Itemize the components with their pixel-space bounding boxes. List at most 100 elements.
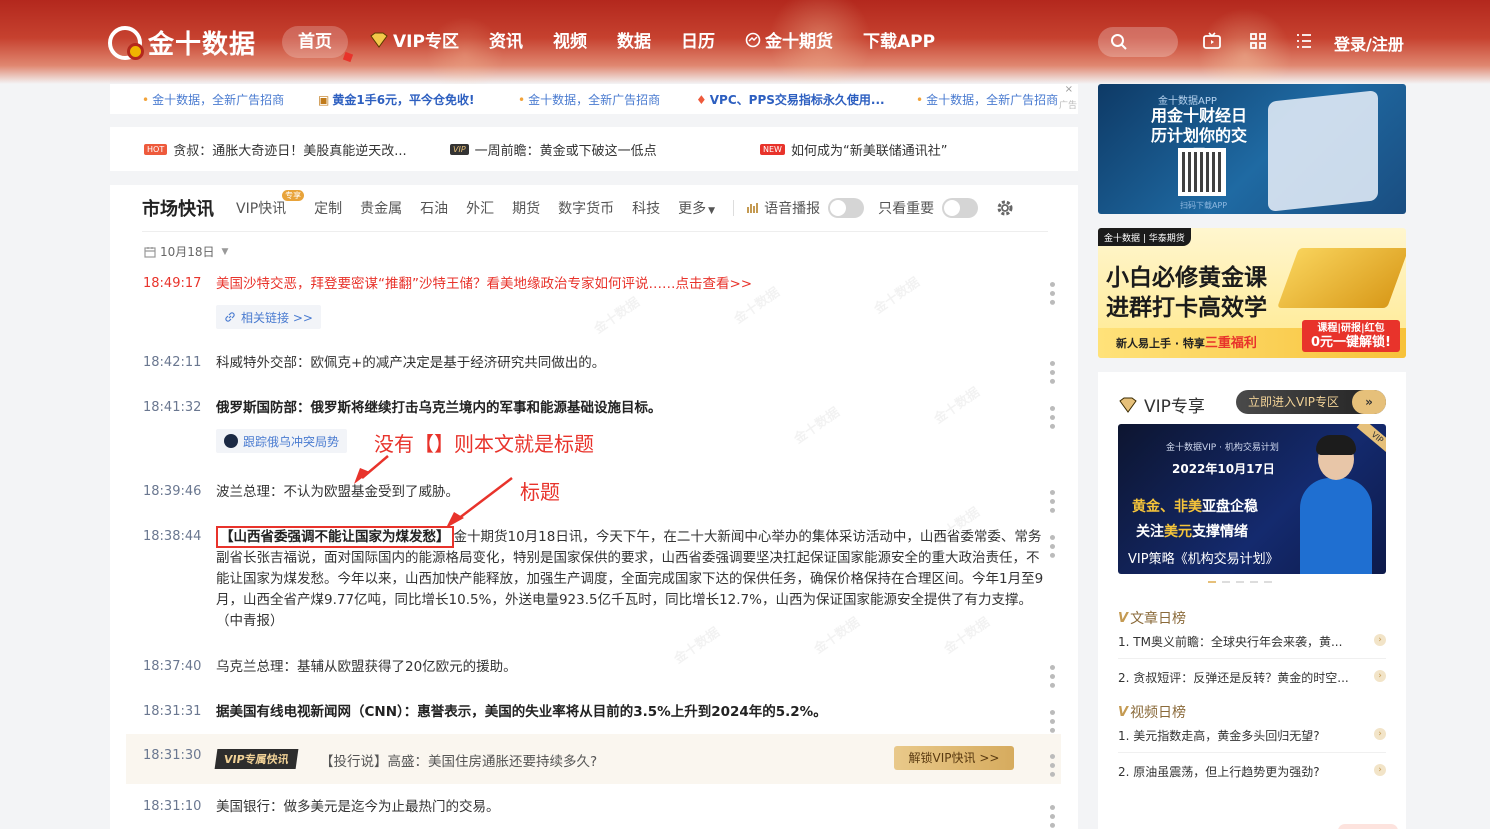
nav-vip[interactable]: VIP专区 xyxy=(354,26,474,58)
flash-text[interactable]: 波兰总理：不认为欧盟基金受到了威胁。 xyxy=(216,482,1046,503)
more-options-icon[interactable]: ••• xyxy=(1043,359,1059,386)
vip-exclusive-badge: VIP专属快讯 xyxy=(214,749,299,769)
flash-time: 18:38:44 xyxy=(143,529,202,544)
ad-item[interactable]: ♦ VPC、PPS交易指标永久使用... xyxy=(696,91,885,108)
rank-item[interactable]: 2. 原油虽震荡，但上行趋势更为强劲? › xyxy=(1118,763,1388,780)
tab-oil[interactable]: 石油 xyxy=(420,198,448,218)
tab-forex[interactable]: 外汇 xyxy=(466,198,494,218)
link-icon xyxy=(225,312,235,322)
ad-close-icon[interactable]: × xyxy=(1065,84,1073,95)
flash-text[interactable]: 【山西省委强调不能让国家为煤发愁】 金十期货10月18日讯，今天下午，在二十大新闻… xyxy=(216,526,1046,632)
search-box[interactable] xyxy=(1098,27,1178,57)
fire-icon: ♦ xyxy=(696,93,707,107)
headline-item[interactable]: HOT 贪叔：通胀大奇迹日！美股真能逆天改... xyxy=(144,140,407,159)
ad-item[interactable]: • 金十数据，全新广告招商 xyxy=(518,91,660,108)
headline-item[interactable]: VIP 一周前瞻：黄金或下破这一低点 xyxy=(450,140,657,159)
flash-time: 18:37:40 xyxy=(143,659,202,674)
nav-news[interactable]: 资讯 xyxy=(474,26,538,58)
date-selector[interactable]: 10月18日 ▼ xyxy=(144,243,228,260)
headline-item[interactable]: NEW 如何成为“新美联储通讯社” xyxy=(760,140,947,159)
banner-headline: 进群打卡高效学 xyxy=(1106,295,1267,321)
arrow-right-icon: › xyxy=(1374,670,1386,682)
ad-tag: 广告 xyxy=(1058,101,1077,111)
nav-label: 视频 xyxy=(552,32,587,52)
vip-flash-row: 18:31:30 VIP专属快讯 【投行说】高盛：美国住房通胀还要持续多久? 解… xyxy=(126,734,1061,784)
logo-icon xyxy=(108,25,144,60)
tab-more[interactable]: 更多 ▼ xyxy=(678,198,715,218)
gear-icon[interactable] xyxy=(996,199,1014,217)
list-icon[interactable] xyxy=(1294,31,1314,51)
ad-text: 金十数据，全新广告招商 xyxy=(528,93,661,107)
ad-item[interactable]: • 金十数据，全新广告招商 xyxy=(916,91,1058,108)
ad-text: 金十数据，全新广告招商 xyxy=(152,93,285,107)
flash-text[interactable]: 俄罗斯国防部：俄罗斯将继续打击乌克兰境内的军事和能源基础设施目标。 xyxy=(216,398,1046,419)
carousel-dots[interactable] xyxy=(1208,581,1272,583)
flash-text[interactable]: 【投行说】高盛：美国住房通胀还要持续多久? xyxy=(320,750,597,770)
enter-vip-zone-button[interactable]: 立即进入VIP专区 » xyxy=(1236,390,1386,414)
nav-download-app[interactable]: 下载APP xyxy=(848,26,950,58)
flash-text[interactable]: 据美国有线电视新闻网（CNN）：惠誉表示，美国的失业率将从目前的3.5%上升到2… xyxy=(216,702,1046,723)
headline-text: 如何成为“新美联储通讯社” xyxy=(790,144,948,159)
banner-footnote: 扫码下载APP xyxy=(1180,201,1228,210)
unlock-vip-button[interactable]: 解锁VIP快讯 >> xyxy=(894,746,1014,770)
more-options-icon[interactable]: ••• xyxy=(1043,752,1059,779)
rank-item[interactable]: 1. TM奥义前瞻：全球央行年会来袭，黄... › xyxy=(1118,633,1388,650)
gold-course-banner[interactable]: 金十数据 | 华泰期货 小白必修黄金课 进群打卡高效学 新人易上手 · 特享三重… xyxy=(1098,228,1406,358)
site-logo[interactable]: 金十数据 xyxy=(108,24,256,61)
nav-home[interactable]: 首页 xyxy=(282,26,348,58)
chip-label: 相关链接 >> xyxy=(241,310,313,325)
card-date: 2022年10月17日 xyxy=(1172,462,1275,476)
nav-data[interactable]: 数据 xyxy=(602,26,666,58)
gold-bar-graphic xyxy=(1277,248,1406,308)
vip-strategy-card[interactable]: 金十数据VIP · 机构交易计划 2022年10月17日 黄金、非美亚盘企稳 关… xyxy=(1118,424,1386,574)
flash-text[interactable]: 美国沙特交恶，拜登要密谋“推翻”沙特王储？看美地缘政治专家如何评说……点击查看>… xyxy=(216,274,1046,295)
caret-down-icon: ▼ xyxy=(708,206,716,216)
flash-text[interactable]: 科威特外交部：欧佩克+的减产决定是基于经济研究共同做出的。 xyxy=(216,353,1046,374)
more-options-icon[interactable]: ••• xyxy=(1043,803,1059,829)
more-options-icon[interactable]: ••• xyxy=(1043,280,1059,307)
rank-item[interactable]: 1. 美元指数走高，黄金多头回归无望? › xyxy=(1118,727,1388,744)
ad-item[interactable]: • 金十数据，全新广告招商 xyxy=(142,91,284,108)
tab-tech[interactable]: 科技 xyxy=(632,198,660,218)
nav-futures[interactable]: 金十期货 xyxy=(730,26,848,58)
app-download-banner[interactable]: 金十数据APP 用金十财经日历计划你的交易 扫码下载APP xyxy=(1098,84,1406,214)
logo-text: 金十数据 xyxy=(148,30,257,60)
more-options-icon[interactable]: ••• xyxy=(1043,533,1059,560)
more-options-icon[interactable]: ••• xyxy=(1043,663,1059,690)
flash-text[interactable]: 乌克兰总理：基辅从欧盟获得了20亿欧元的援助。 xyxy=(216,657,1046,678)
strip-text-a: 新人易上手 · 特享 xyxy=(1116,337,1205,350)
rank-item[interactable]: 2. 贪叔短评：反弹还是反转？黄金的时空... › xyxy=(1118,669,1388,686)
card-highlight: 黄金、非美 xyxy=(1132,499,1202,515)
voice-broadcast-toggle[interactable] xyxy=(828,198,865,218)
login-register-link[interactable]: 登录/注册 xyxy=(1334,31,1404,55)
more-options-icon[interactable]: ••• xyxy=(1043,488,1059,515)
nav-calendar[interactable]: 日历 xyxy=(666,26,730,58)
nav-video[interactable]: 视频 xyxy=(538,26,602,58)
tab-custom[interactable]: 定制 xyxy=(314,198,342,218)
flash-time: 18:31:10 xyxy=(143,799,202,814)
tab-vip-flash[interactable]: VIP快讯 专享 xyxy=(236,190,305,218)
tab-crypto[interactable]: 数字货币 xyxy=(558,198,614,218)
tab-precious-metals[interactable]: 贵金属 xyxy=(360,198,402,218)
tab-futures[interactable]: 期货 xyxy=(512,198,540,218)
unlock-free-button[interactable]: 课程|研报|红包 0元一键解锁! xyxy=(1302,320,1400,352)
panel-pill xyxy=(1338,824,1398,829)
flash-news-panel: 金十数据 金十数据 金十数据 金十数据 金十数据 金十数据 金十数据 金十数据 … xyxy=(110,185,1078,829)
tv-icon[interactable] xyxy=(1202,31,1222,51)
ad-text: VPC、PPS交易指标永久使用... xyxy=(709,93,885,107)
tab-market-flash[interactable]: 市场快讯 xyxy=(142,195,214,221)
more-options-icon[interactable]: ••• xyxy=(1043,708,1059,735)
more-options-icon[interactable]: ••• xyxy=(1043,404,1059,431)
related-link-chip[interactable]: 相关链接 >> xyxy=(216,305,321,329)
topic-chip[interactable]: 跟踪俄乌冲突局势 xyxy=(216,429,348,453)
gold-icon: ▣ xyxy=(318,93,330,107)
arrow-right-icon: › xyxy=(1374,634,1386,646)
article-rank-header: V 文章日榜 xyxy=(1118,608,1186,628)
headline-text: 贪叔：通胀大奇迹日！美股真能逆天改... xyxy=(173,144,407,159)
rank-item-text: 2. 贪叔短评：反弹还是反转？黄金的时空... xyxy=(1118,671,1349,685)
important-only-toggle[interactable] xyxy=(942,198,979,218)
ad-item[interactable]: ▣ 黄金1手6元，平今仓免收! xyxy=(318,91,475,108)
flash-text[interactable]: 美国银行：做多美元是迄今为止最热门的交易。 xyxy=(216,797,1046,818)
tab-label: VIP快讯 xyxy=(236,201,287,217)
grid-icon[interactable] xyxy=(1248,31,1268,51)
